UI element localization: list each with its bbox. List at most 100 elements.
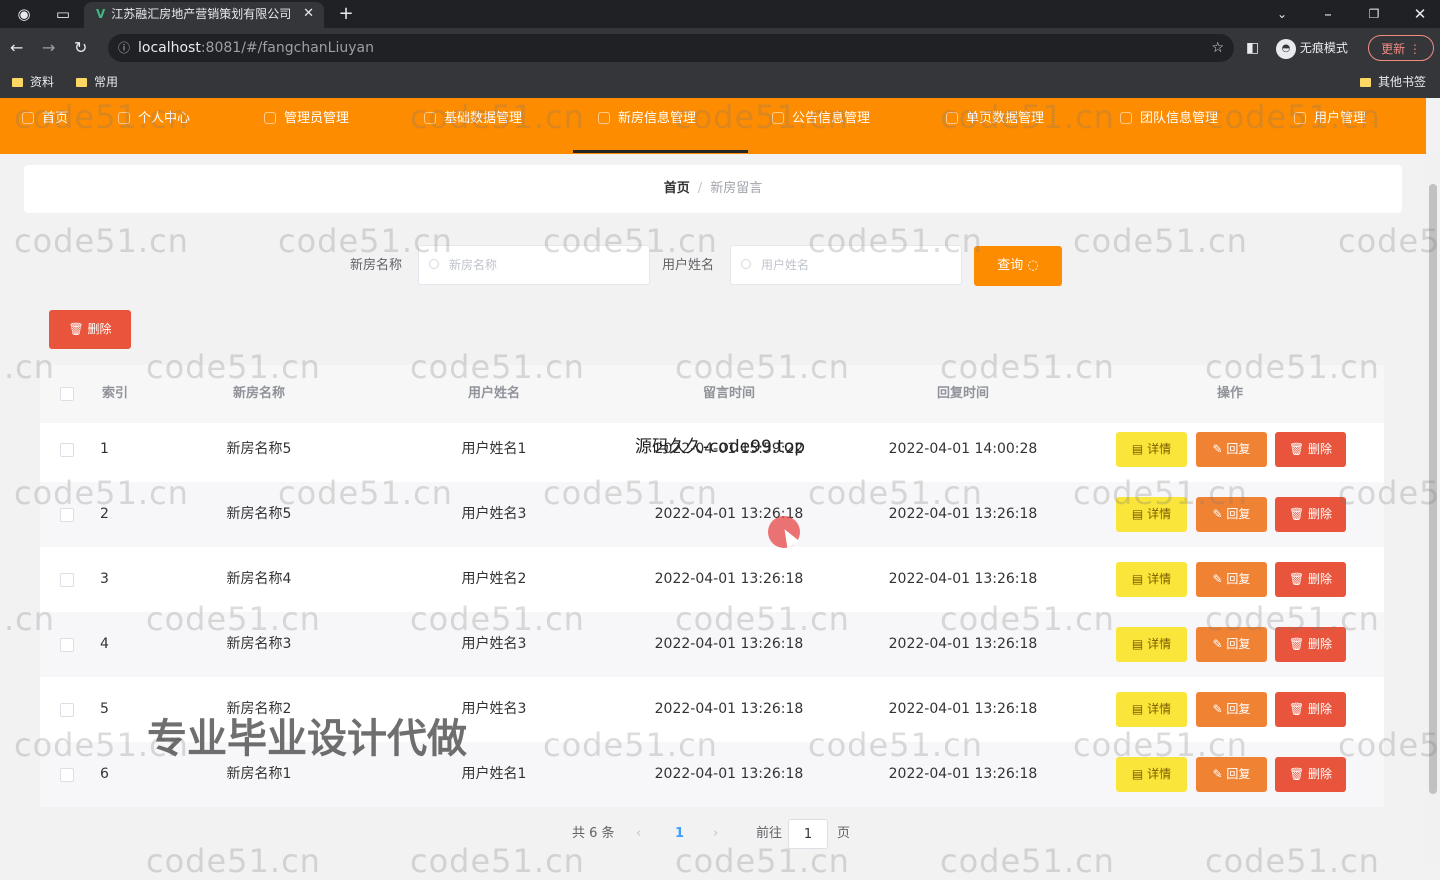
delete-button[interactable]: 🗑 删除 [1275, 497, 1346, 532]
pagination-next[interactable]: › [713, 818, 718, 850]
document-icon: ▤ [1131, 507, 1148, 521]
nav-item-admins[interactable]: 管理员管理 [264, 98, 349, 154]
site-info-icon[interactable]: ⓘ [118, 34, 130, 62]
table-row: 4 新房名称3 用户姓名3 2022-04-01 13:26:18 2022-04-01… [40, 612, 1384, 677]
browser-menu-icon[interactable]: ◉ [14, 0, 34, 28]
edit-icon: ✎ [1212, 572, 1227, 586]
cell-reply-time: 2022-04-01 13:26:18 [888, 506, 1038, 522]
house-name-input[interactable]: 新房名称 [418, 245, 650, 285]
detail-label: 详情 [1147, 702, 1172, 716]
select-all-checkbox[interactable] [60, 387, 74, 401]
query-button[interactable]: 查询 ◌ [974, 246, 1062, 286]
row-checkbox[interactable] [60, 703, 74, 717]
bookmark-star-icon[interactable]: ☆ [1211, 34, 1224, 62]
cell-user-name: 用户姓名3 [461, 506, 527, 522]
address-bar[interactable]: ⓘ localhost:8081/#/fangchanLiuyan ☆ [108, 34, 1234, 62]
delete-button[interactable]: 🗑 删除 [1275, 562, 1346, 597]
table-row: 3 新房名称4 用户姓名2 2022-04-01 13:26:18 2022-04-01… [40, 547, 1384, 612]
top-nav-menu: 首页 个人中心 管理员管理 基础数据管理 新房信息管理 公告信息管理 单页数据管… [0, 98, 1426, 154]
incognito-indicator[interactable]: ◓ 无痕模式 [1276, 34, 1348, 62]
cell-reply-time: 2022-04-01 13:26:18 [888, 571, 1038, 587]
row-checkbox[interactable] [60, 508, 74, 522]
browser-tab[interactable]: V 江苏融汇房地产营销策划有限公司 ✕ [84, 2, 324, 28]
user-name-input[interactable]: 用户姓名 [730, 245, 962, 285]
house-icon [598, 112, 610, 124]
nav-item-users[interactable]: 用户管理 [1294, 98, 1366, 154]
reply-button[interactable]: ✎ 回复 [1196, 562, 1267, 597]
cell-index: 1 [100, 441, 109, 457]
delete-button[interactable]: 🗑 删除 [1275, 757, 1346, 792]
bulk-delete-label: 删除 [87, 322, 112, 336]
bookmark-folder-0[interactable]: 资料 [12, 68, 54, 96]
tab-list-chevron-icon[interactable]: ⌄ [1272, 0, 1292, 28]
url-path: :8081/#/fangchanLiuyan [200, 40, 374, 56]
reply-button[interactable]: ✎ 回复 [1196, 692, 1267, 727]
pagination-page-1[interactable]: 1 [675, 818, 684, 850]
restore-icon[interactable]: ❐ [1364, 0, 1384, 28]
nav-label: 单页数据管理 [966, 111, 1045, 126]
reply-label: 回复 [1226, 637, 1251, 651]
cell-user-name: 用户姓名1 [461, 441, 527, 457]
breadcrumb-home[interactable]: 首页 [664, 181, 690, 196]
nav-item-home[interactable]: 首页 [22, 98, 68, 154]
bookmark-folder-1[interactable]: 常用 [76, 68, 118, 96]
home-icon [22, 112, 34, 124]
source-watermark: 源码久久-code99.top [635, 437, 806, 457]
detail-button[interactable]: ▤ 详情 [1116, 757, 1187, 792]
bookmark-label: 其他书签 [1378, 75, 1427, 89]
detail-button[interactable]: ▤ 详情 [1116, 562, 1187, 597]
close-tab-icon[interactable]: ✕ [303, 2, 314, 26]
reply-button[interactable]: ✎ 回复 [1196, 757, 1267, 792]
reply-button[interactable]: ✎ 回复 [1196, 627, 1267, 662]
close-window-icon[interactable]: ✕ [1410, 0, 1430, 28]
detail-button[interactable]: ▤ 详情 [1116, 627, 1187, 662]
new-tab-icon[interactable]: + [336, 0, 356, 28]
scrollbar-thumb[interactable] [1429, 184, 1437, 794]
row-checkbox[interactable] [60, 768, 74, 782]
nav-item-single-page[interactable]: 单页数据管理 [946, 98, 1044, 154]
delete-label: 删除 [1308, 572, 1333, 586]
row-checkbox[interactable] [60, 443, 74, 457]
cell-house-name: 新房名称4 [226, 571, 292, 587]
back-icon[interactable]: ← [10, 38, 23, 57]
delete-button[interactable]: 🗑 删除 [1275, 692, 1346, 727]
forward-icon[interactable]: → [42, 38, 55, 57]
nav-item-new-house[interactable]: 新房信息管理 [598, 98, 696, 154]
reload-icon[interactable]: ↻ [74, 38, 87, 57]
folder-icon [76, 78, 87, 87]
page-scrollbar[interactable] [1426, 154, 1440, 864]
edit-icon: ✎ [1212, 442, 1227, 456]
other-bookmarks[interactable]: 其他书签 [1360, 68, 1426, 96]
delete-button[interactable]: 🗑 删除 [1275, 432, 1346, 467]
minimize-icon[interactable]: – [1318, 0, 1338, 28]
detail-button[interactable]: ▤ 详情 [1116, 497, 1187, 532]
pagination-goto-input[interactable]: 1 [788, 819, 828, 849]
row-checkbox[interactable] [60, 638, 74, 652]
cell-index: 6 [100, 766, 109, 782]
nav-active-indicator [573, 150, 748, 153]
folder-icon [1360, 78, 1371, 87]
update-button[interactable]: 更新 ⋮ [1368, 35, 1434, 61]
column-header-house: 新房名称 [232, 386, 285, 401]
pagination-prev[interactable]: ‹ [636, 818, 641, 850]
tab-search-icon[interactable]: ▭ [52, 0, 74, 28]
nav-item-notice[interactable]: 公告信息管理 [772, 98, 870, 154]
column-header-message-time: 留言时间 [702, 386, 755, 401]
cell-message-time: 2022-04-01 13:26:18 [654, 636, 804, 652]
reply-label: 回复 [1226, 442, 1251, 456]
nav-item-profile[interactable]: 个人中心 [118, 98, 190, 154]
bulk-delete-button[interactable]: 🗑 删除 [49, 310, 131, 349]
row-checkbox[interactable] [60, 573, 74, 587]
nav-item-base-data[interactable]: 基础数据管理 [424, 98, 522, 154]
detail-label: 详情 [1147, 442, 1172, 456]
detail-button[interactable]: ▤ 详情 [1116, 432, 1187, 467]
delete-button[interactable]: 🗑 删除 [1275, 627, 1346, 662]
detail-button[interactable]: ▤ 详情 [1116, 692, 1187, 727]
reply-button[interactable]: ✎ 回复 [1196, 497, 1267, 532]
reply-label: 回复 [1226, 572, 1251, 586]
cell-index: 5 [100, 701, 109, 717]
document-icon: ▤ [1131, 442, 1148, 456]
side-panel-icon[interactable]: ◧ [1246, 34, 1259, 62]
reply-button[interactable]: ✎ 回复 [1196, 432, 1267, 467]
nav-item-team[interactable]: 团队信息管理 [1120, 98, 1218, 154]
